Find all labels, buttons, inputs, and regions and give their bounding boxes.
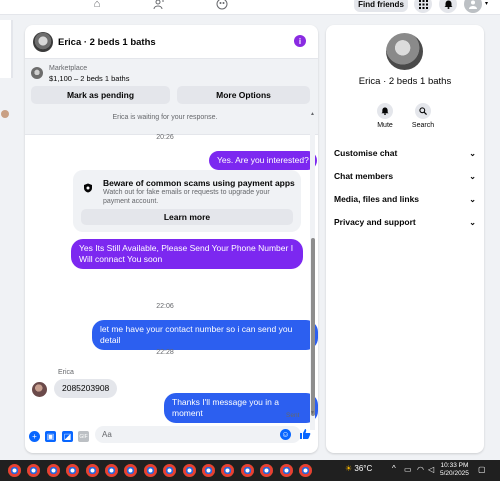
- wifi-icon[interactable]: ◠: [417, 465, 424, 474]
- message-status: Sent: [286, 412, 300, 419]
- clock-time: 10:33 PM: [440, 462, 469, 469]
- marketplace-label: Marketplace: [49, 65, 88, 72]
- taskbar-app-icon[interactable]: [124, 464, 138, 477]
- privacy-support-row[interactable]: Privacy and support ⌄: [334, 217, 476, 231]
- timestamp: 20:26: [156, 134, 174, 141]
- left-sidebar-strip: [0, 15, 13, 460]
- taskbar-clock[interactable]: 10:33 PM 5/20/2025: [440, 462, 469, 478]
- listing-price[interactable]: $1,100 – 2 beds 1 baths: [49, 74, 129, 83]
- temperature: 36°C: [354, 464, 373, 473]
- sender-name: Erica: [58, 369, 74, 376]
- profile-avatar[interactable]: [464, 0, 482, 13]
- taskbar-app-icon[interactable]: [85, 464, 99, 477]
- customise-chat-row[interactable]: Customise chat ⌄: [334, 148, 476, 162]
- more-options-button[interactable]: More Options: [177, 86, 310, 104]
- chat-members-row[interactable]: Chat members ⌄: [334, 171, 476, 185]
- message-input[interactable]: Aa: [95, 426, 301, 443]
- scroll-down-arrow-icon[interactable]: ▼: [310, 410, 315, 416]
- windows-taskbar: ☀ 36°C ^ ▭ ◠ ◁ 10:33 PM 5/20/2025 ▢: [0, 460, 500, 481]
- clock-date: 5/20/2025: [440, 470, 469, 477]
- outgoing-message[interactable]: Yes Its Still Available, Please Send You…: [71, 239, 303, 269]
- incoming-message[interactable]: 2085203908: [54, 379, 118, 398]
- notifications-bell-icon[interactable]: [439, 0, 457, 13]
- thumbs-up-icon[interactable]: [299, 428, 311, 440]
- media-files-links-row[interactable]: Media, files and links ⌄: [334, 194, 476, 208]
- warning-description: Watch out for fake emails or requests to…: [103, 189, 270, 205]
- show-hidden-icons-chevron-icon[interactable]: ^: [392, 464, 396, 473]
- timestamp: 22:28: [156, 349, 174, 356]
- volume-icon[interactable]: ◁: [428, 465, 434, 474]
- taskbar-app-icon[interactable]: [240, 464, 254, 477]
- taskbar-app-icon[interactable]: [299, 464, 312, 477]
- section-label: Media, files and links: [334, 194, 420, 204]
- sender-avatar[interactable]: [32, 382, 47, 397]
- photo-icon[interactable]: ▣: [45, 431, 56, 442]
- find-friends-button[interactable]: Find friends: [354, 0, 408, 12]
- taskbar-app-icon[interactable]: [221, 464, 235, 477]
- taskbar-app-icon[interactable]: [105, 464, 118, 477]
- taskbar-app-icon[interactable]: [260, 464, 274, 477]
- search-button[interactable]: Search: [403, 103, 443, 129]
- listing-thumbnail: [31, 67, 43, 79]
- search-label: Search: [411, 122, 435, 129]
- section-label: Privacy and support: [334, 217, 416, 227]
- taskbar-app-icon[interactable]: [143, 464, 157, 477]
- groups-icon[interactable]: [215, 0, 229, 11]
- taskbar-app-icon[interactable]: [46, 464, 60, 477]
- conversation-avatar[interactable]: [1, 110, 9, 118]
- account-chevron-icon[interactable]: ▾: [485, 0, 488, 7]
- section-label: Chat members: [334, 171, 394, 181]
- emoji-icon[interactable]: ☺: [280, 429, 291, 440]
- weather-widget[interactable]: ☀ 36°C: [345, 464, 372, 473]
- menu-grid-icon[interactable]: [414, 0, 432, 13]
- message-composer: + ▣ ◪ GIF Aa ☺: [25, 423, 318, 453]
- info-icon[interactable]: i: [294, 35, 306, 47]
- message-list: Erica is waiting for your response. 20:2…: [25, 111, 318, 423]
- mute-label: Mute: [377, 122, 393, 129]
- outgoing-message[interactable]: Yes. Are you interested?: [209, 151, 317, 170]
- outgoing-message[interactable]: let me have your contact number so i can…: [92, 320, 318, 350]
- sticker-icon[interactable]: ◪: [62, 431, 73, 442]
- friends-icon[interactable]: [152, 0, 166, 11]
- scrollbar-thumb[interactable]: [311, 238, 315, 416]
- gif-icon[interactable]: GIF: [78, 431, 89, 442]
- timestamp: 22:06: [156, 303, 174, 310]
- mark-as-pending-button[interactable]: Mark as pending: [31, 86, 170, 104]
- section-label: Customise chat: [334, 148, 398, 158]
- mute-button[interactable]: Mute: [365, 103, 405, 129]
- scroll-up-arrow-icon[interactable]: ▲: [310, 111, 315, 117]
- learn-more-button[interactable]: Learn more: [81, 209, 293, 225]
- waiting-notice: Erica is waiting for your response.: [112, 114, 218, 121]
- taskbar-app-icon[interactable]: [202, 464, 215, 477]
- warning-title: Beware of common scams using payment app…: [103, 178, 295, 188]
- search-icon: [415, 103, 431, 119]
- taskbar-app-icon[interactable]: [8, 464, 21, 477]
- chevron-down-icon: ⌄: [469, 218, 476, 227]
- conversation-details-panel: Erica · 2 beds 1 baths Mute Search Custo…: [326, 25, 484, 453]
- bell-icon: [377, 103, 393, 119]
- chat-header: Erica · 2 beds 1 baths i: [25, 25, 318, 59]
- chat-avatar[interactable]: [33, 32, 53, 52]
- chevron-down-icon: ⌄: [469, 172, 476, 181]
- notification-center-icon[interactable]: ▢: [478, 465, 486, 474]
- taskbar-app-icon[interactable]: [163, 464, 177, 477]
- chat-panel: Erica · 2 beds 1 baths i Marketplace $1,…: [25, 25, 318, 453]
- shield-icon: [84, 183, 92, 193]
- home-icon[interactable]: ⌂: [90, 0, 104, 11]
- chevron-down-icon: ⌄: [469, 195, 476, 204]
- taskbar-app-icon[interactable]: [182, 464, 196, 477]
- top-navigation-bar: ⌂ Find friends ▾: [0, 0, 500, 15]
- selected-conversation-indicator[interactable]: [0, 20, 13, 78]
- weather-sun-icon: ☀: [345, 464, 353, 473]
- taskbar-app-icon[interactable]: [66, 464, 80, 477]
- taskbar-app-icon[interactable]: [27, 464, 41, 477]
- contact-avatar[interactable]: [386, 33, 423, 70]
- taskbar-app-icon[interactable]: [279, 464, 293, 477]
- contact-name: Erica · 2 beds 1 baths: [358, 76, 452, 87]
- network-icon[interactable]: ▭: [404, 465, 412, 474]
- chat-title[interactable]: Erica · 2 beds 1 baths: [58, 37, 156, 48]
- chevron-down-icon: ⌄: [469, 149, 476, 158]
- scam-warning-card: Beware of common scams using payment app…: [73, 170, 301, 232]
- add-plus-icon[interactable]: +: [29, 431, 40, 442]
